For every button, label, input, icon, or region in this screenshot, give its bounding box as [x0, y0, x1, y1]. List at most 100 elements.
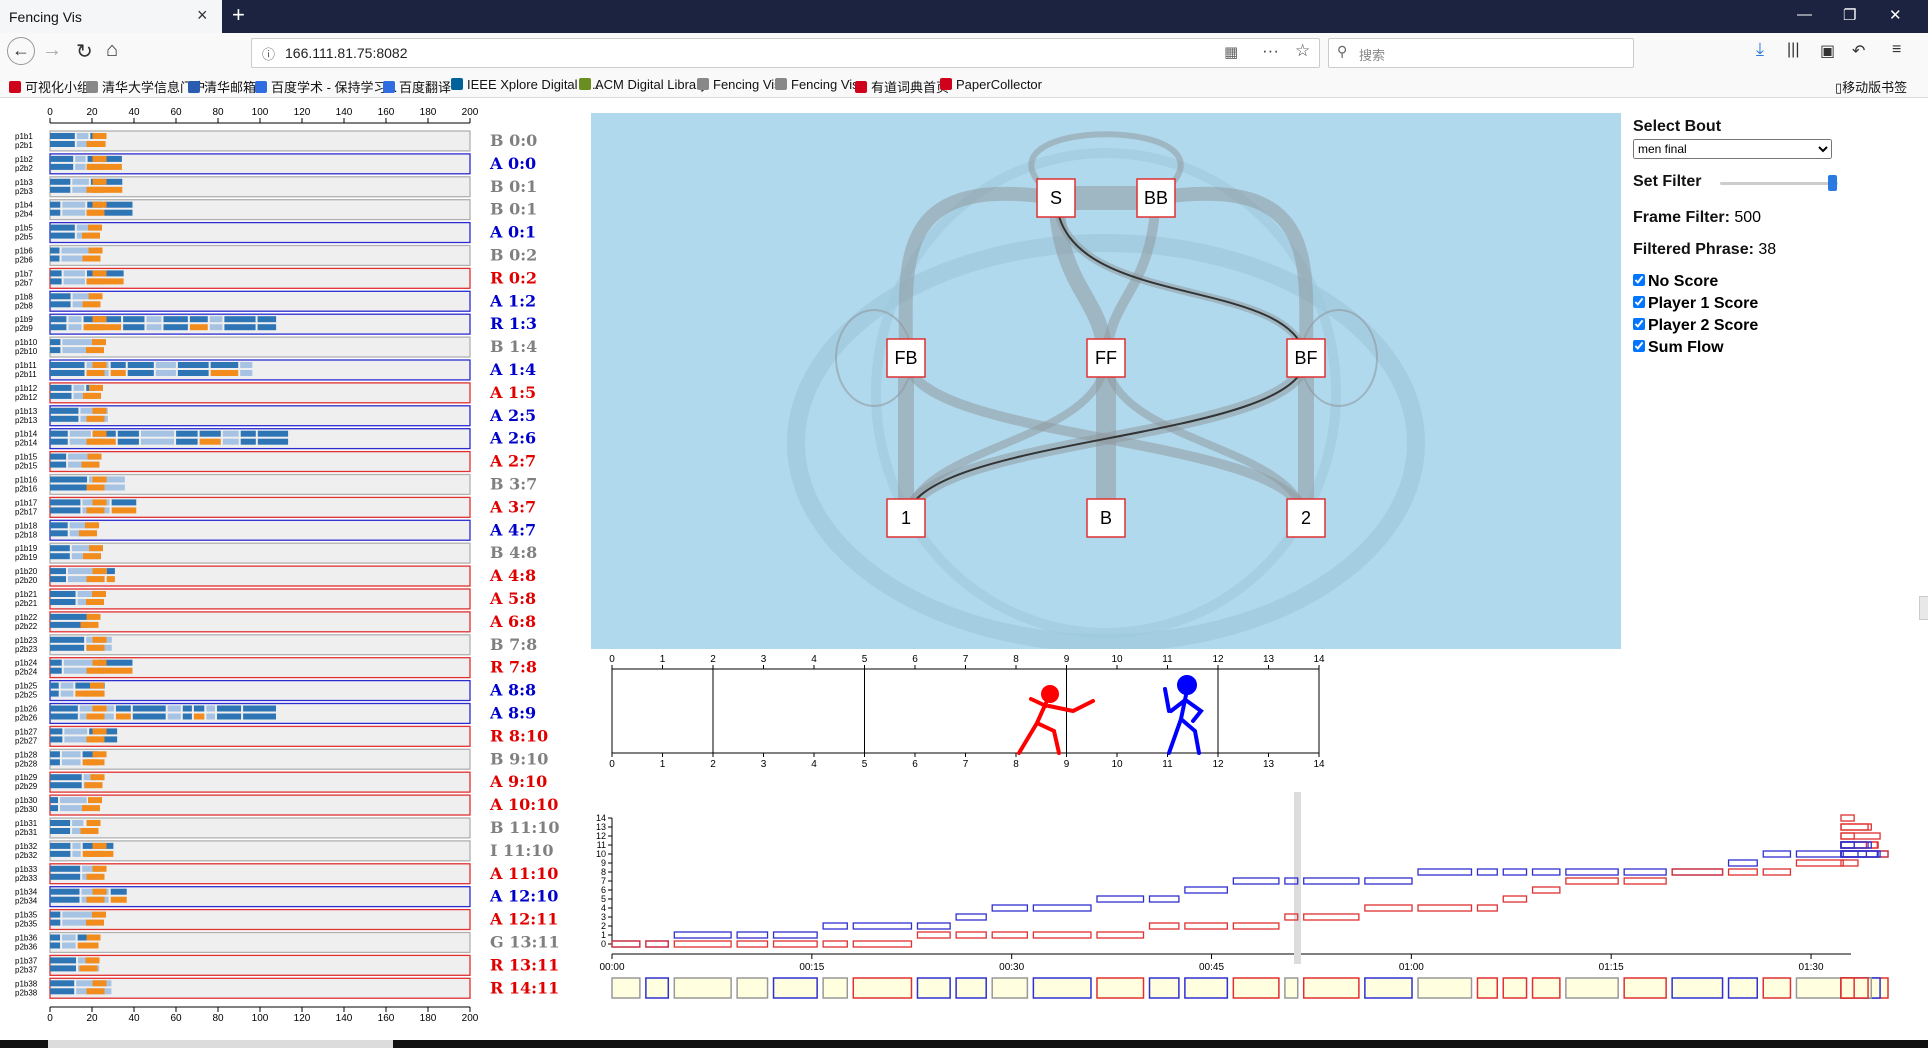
piste-tick-label-bottom: 11 [1162, 759, 1173, 770]
player1-score-check[interactable] [1633, 296, 1645, 308]
bookmark-item[interactable]: 清华邮箱 [188, 77, 256, 96]
browser-tab[interactable]: Fencing Vis × [0, 0, 222, 33]
player-row-label: p1b10 [15, 338, 38, 347]
player1-score-label: Player 1 Score [1648, 295, 1759, 312]
download-icon[interactable]: ⤓ [1756, 39, 1764, 60]
bookmark-item[interactable]: PaperCollector [940, 77, 1042, 92]
phrase-bar-attack [92, 728, 107, 735]
undo-icon[interactable]: ↶ [1852, 41, 1865, 61]
phrase-bar-p1 [50, 407, 79, 414]
forward-icon[interactable]: → [42, 39, 62, 62]
phrase-bar-p2 [50, 324, 67, 331]
bookmark-item[interactable]: Fencing Vis [697, 77, 781, 92]
bookmark-star-icon[interactable]: ☆ [1295, 41, 1310, 61]
player1-score-checkbox[interactable]: Player 1 Score [1633, 295, 1873, 317]
phrase-bar-p2 [50, 965, 77, 972]
player-row-label: p2b26 [15, 714, 38, 723]
phrase-bar-attack [86, 644, 105, 651]
no-score-checkbox[interactable]: No Score [1633, 273, 1873, 295]
phrase-bar-attack [92, 911, 106, 918]
score-bar-blue [1565, 868, 1619, 876]
phrase-bar-attack [92, 430, 107, 437]
phrase-bar-p2 [50, 782, 82, 789]
phrase-bar-p1 [60, 682, 74, 689]
horizontal-scrollbar[interactable] [48, 1040, 393, 1048]
phrase-row-frame [49, 542, 471, 564]
phrase-row-frame [49, 908, 471, 931]
piste-tick-label-top: 11 [1162, 654, 1173, 665]
axis-tick-label-bottom: 200 [462, 1013, 479, 1024]
phrase-result-label: R 7:8 [490, 658, 537, 677]
phrase-bar-p2 [50, 461, 67, 468]
back-icon[interactable]: ← [7, 37, 35, 65]
player-row-label: p2b35 [15, 920, 38, 929]
score-bar-red [1840, 832, 1855, 840]
score-bar-blue [1840, 841, 1855, 849]
mobile-bookmarks[interactable]: ▯移动版书签 [1835, 77, 1907, 96]
page-scrollbar-thumb[interactable] [1919, 596, 1928, 620]
info-icon[interactable]: ⓘ [262, 44, 275, 63]
phrase-bar-p2 [110, 370, 126, 376]
phrase-bar-p2 [72, 850, 81, 857]
phrase-bar-p2 [111, 507, 137, 514]
phrase-bar-attack [92, 865, 107, 872]
bookmark-item[interactable]: 有道词典首页 [855, 77, 949, 96]
score-bar-blue [1184, 886, 1228, 894]
bookmark-item[interactable]: 百度翻译 [383, 77, 451, 96]
no-score-check[interactable] [1633, 274, 1645, 286]
phrase-bar-p1 [240, 430, 256, 437]
bookmark-item[interactable]: IEEE Xplore Digital L... [451, 77, 599, 92]
player2-score-checkbox[interactable]: Player 2 Score [1633, 317, 1873, 339]
player-row-label: p2b38 [15, 988, 38, 997]
phrase-bar-attack [86, 507, 105, 514]
translate-icon [383, 81, 395, 93]
phrase-timeline-box [645, 977, 670, 999]
home-icon[interactable]: ⌂ [106, 39, 118, 62]
minimize-icon[interactable]: — [1797, 6, 1812, 23]
phrase-bar-attack [83, 392, 101, 399]
bookmark-item[interactable]: 百度学术 - 保持学习... [255, 77, 397, 96]
qr-code-icon[interactable]: ▦ [1224, 43, 1238, 61]
phrase-result-label: B 0:0 [490, 131, 537, 150]
sum-flow-check[interactable] [1633, 340, 1645, 352]
phrase-bar-p1 [50, 591, 76, 597]
bookmark-item[interactable]: ACM Digital Library [579, 77, 707, 92]
library-icon[interactable]: ||| [1787, 41, 1799, 59]
phrase-row-frame [49, 748, 471, 770]
phrase-timeline-box [1840, 977, 1855, 999]
piste-tick-label-top: 7 [963, 654, 969, 665]
filter-slider-track[interactable] [1720, 182, 1838, 185]
filter-slider-thumb[interactable] [1828, 175, 1838, 191]
phrase-bar-attack [86, 370, 105, 376]
player-row-label: p1b7 [15, 269, 33, 278]
player2-score-check[interactable] [1633, 318, 1645, 330]
phrase-bar-p2 [50, 873, 81, 880]
close-tab-icon[interactable]: × [197, 5, 208, 26]
bookmark-item[interactable]: 可视化小组 [9, 77, 90, 96]
phrase-bar-p2 [132, 713, 166, 720]
phrase-bar-p1 [76, 133, 89, 139]
window-close-icon[interactable]: ✕ [1889, 6, 1902, 24]
phrase-bar-p2 [106, 576, 115, 583]
sum-flow-checkbox[interactable]: Sum Flow [1633, 339, 1873, 361]
score-bar-red [1840, 814, 1855, 822]
score-y-tick-label: 14 [596, 813, 606, 823]
reload-icon[interactable]: ↻ [76, 39, 93, 64]
menu-icon[interactable]: ≡ [1892, 41, 1901, 59]
score-y-tick-label: 12 [596, 831, 606, 841]
bookmark-item[interactable]: Fencing Vis [775, 77, 859, 92]
page-actions-icon[interactable]: ··· [1262, 41, 1279, 61]
phrase-bar-p2 [62, 942, 76, 949]
sidebar-icon[interactable]: ▣ [1820, 41, 1835, 61]
new-tab-icon[interactable]: + [232, 2, 245, 28]
search-box[interactable]: ⚲ 搜索 [1328, 38, 1634, 68]
player-row-label: p1b25 [15, 682, 38, 691]
phrase-bar-attack [86, 163, 105, 170]
address-bar[interactable]: ⓘ 166.111.81.75:8082 ▦ ··· ☆ [251, 38, 1320, 68]
bookmark-label: Fencing Vis [713, 77, 781, 92]
phrase-bar-attack [86, 415, 105, 422]
bout-select[interactable]: men final [1633, 139, 1832, 159]
phrase-bar-p1 [167, 705, 181, 712]
restore-icon[interactable]: ❐ [1843, 6, 1856, 24]
phrase-bar-p2 [50, 576, 67, 583]
